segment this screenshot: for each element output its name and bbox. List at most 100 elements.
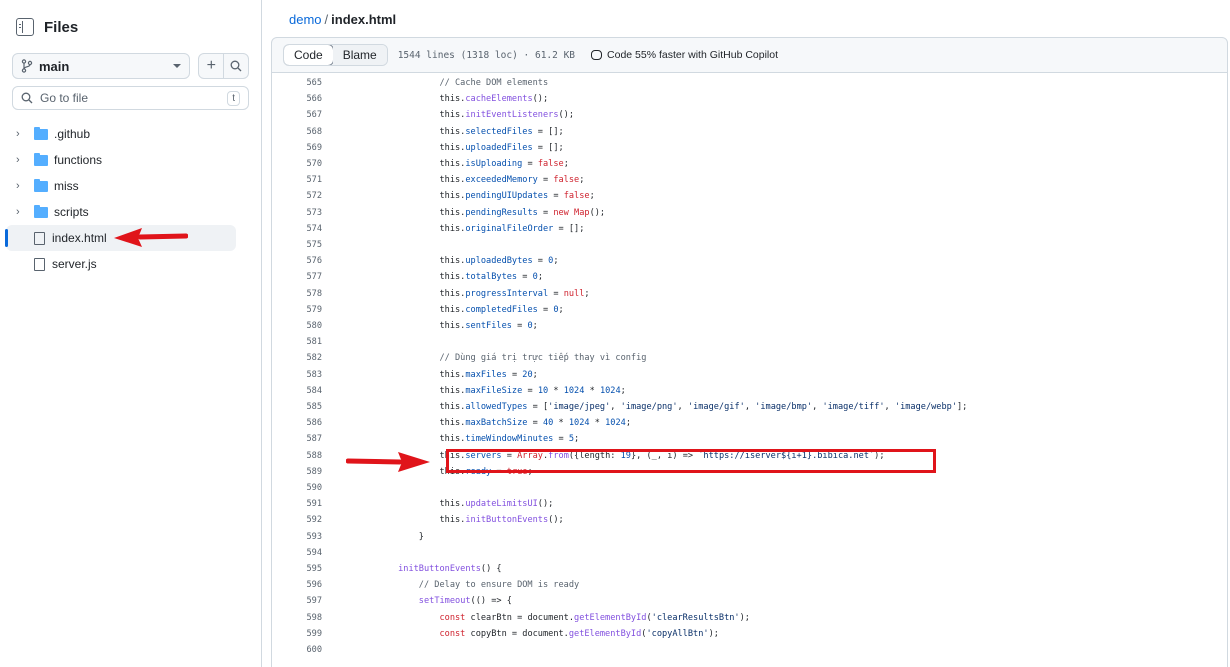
line-number[interactable]: 599 [272, 626, 322, 642]
code-line: 566 this.cacheElements(); [272, 91, 1227, 107]
code-text: this.completedFiles = 0; [336, 304, 564, 315]
code-line: 572 this.pendingUIUpdates = false; [272, 188, 1227, 204]
line-number[interactable]: 573 [272, 205, 322, 221]
folder-icon [34, 126, 48, 140]
sidebar-title: Files [44, 18, 79, 36]
code-line: 591 this.updateLimitsUI(); [272, 496, 1227, 512]
line-number[interactable]: 578 [272, 286, 322, 302]
line-number[interactable]: 579 [272, 302, 322, 318]
chevron-right-icon[interactable]: › [16, 154, 30, 166]
copilot-icon [591, 50, 603, 60]
breadcrumb-separator: / [324, 12, 329, 27]
line-number[interactable]: 600 [272, 642, 322, 658]
line-number[interactable]: 587 [272, 431, 322, 447]
code-line: 581 [272, 334, 1227, 350]
tree-folder-github[interactable]: › .github [6, 121, 246, 147]
code-text: this.isUploading = false; [336, 159, 569, 169]
tab-blame[interactable]: Blame [332, 45, 387, 65]
line-number[interactable]: 570 [272, 156, 322, 172]
selected-indicator [5, 229, 8, 247]
code-line: 575 [272, 237, 1227, 253]
line-number[interactable]: 575 [272, 237, 322, 253]
line-number[interactable]: 574 [272, 221, 322, 237]
code-text: this.selectedFiles = []; [336, 126, 564, 137]
tree-file-server-js[interactable]: server.js [6, 251, 246, 277]
code-text: this.pendingUIUpdates = false; [336, 191, 595, 202]
line-number[interactable]: 567 [272, 107, 322, 123]
tree-actions: + [198, 53, 249, 79]
red-arrow-icon [346, 452, 430, 472]
file-tree: › .github › functions › miss › scripts i… [5, 121, 246, 277]
line-number[interactable]: 565 [272, 75, 322, 91]
line-number[interactable]: 582 [272, 350, 322, 366]
go-to-file-input[interactable]: Go to file t [12, 86, 249, 110]
line-number[interactable]: 591 [272, 496, 322, 512]
keyboard-shortcut-hint: t [227, 90, 240, 106]
copilot-promo-link[interactable]: Code 55% faster with GitHub Copilot [591, 49, 778, 61]
line-number[interactable]: 572 [272, 188, 322, 204]
line-number[interactable]: 584 [272, 383, 322, 399]
collapse-panel-icon[interactable] [16, 18, 34, 36]
copilot-promo-text: Code 55% faster with GitHub Copilot [607, 49, 779, 61]
line-number[interactable]: 585 [272, 399, 322, 415]
line-number[interactable]: 566 [272, 91, 322, 107]
code-text: const copyBtn = document.getElementById(… [439, 628, 719, 639]
line-number[interactable]: 590 [272, 480, 322, 496]
code-line: 596 // Delay to ensure DOM is ready [272, 577, 1227, 593]
line-number[interactable]: 586 [272, 415, 322, 431]
code-text: // Cache DOM elements [336, 78, 549, 88]
file-stats: 1544 lines (1318 loc) · 61.2 KB [397, 49, 576, 61]
line-number[interactable]: 592 [272, 512, 322, 528]
line-number[interactable]: 594 [272, 545, 322, 561]
code-text: this.initButtonEvents(); [336, 515, 564, 526]
folder-icon [34, 178, 48, 192]
red-highlight-box [446, 449, 936, 473]
tree-folder-functions[interactable]: › functions [6, 147, 246, 173]
line-number[interactable]: 588 [272, 448, 322, 464]
code-line: 567 this.initEventListeners(); [272, 107, 1227, 123]
line-number[interactable]: 595 [272, 561, 322, 577]
line-number[interactable]: 580 [272, 318, 322, 334]
branch-row: main + [12, 53, 249, 79]
code-text: this.allowedTypes = ['image/jpeg', 'imag… [336, 402, 968, 412]
branch-selector-button[interactable]: main [12, 53, 190, 79]
code-line: 579 this.completedFiles = 0; [272, 302, 1227, 318]
line-number[interactable]: 583 [272, 367, 322, 383]
line-number[interactable]: 593 [272, 529, 322, 545]
breadcrumb-current-file: index.html [331, 12, 397, 27]
line-number[interactable]: 569 [272, 140, 322, 156]
tree-item-label: .github [54, 127, 91, 141]
code-text: const clearBtn = document.getElementById… [439, 612, 750, 623]
line-number[interactable]: 581 [272, 334, 322, 350]
tree-folder-scripts[interactable]: › scripts [6, 199, 246, 225]
code-line: 585 this.allowedTypes = ['image/jpeg', '… [272, 399, 1227, 415]
code-line: 580 this.sentFiles = 0; [272, 318, 1227, 334]
code-line: 565 // Cache DOM elements [272, 75, 1227, 91]
code-text: this.progressInterval = null; [336, 288, 590, 299]
go-to-file-placeholder: Go to file [40, 91, 89, 105]
code-line: 595 initButtonEvents() { [272, 561, 1227, 577]
line-number[interactable]: 568 [272, 124, 322, 140]
code-line: 577 this.totalBytes = 0; [272, 269, 1227, 285]
code-line: 569 this.uploadedFiles = []; [272, 140, 1227, 156]
git-branch-icon [21, 59, 33, 73]
tab-code[interactable]: Code [283, 45, 334, 65]
line-number[interactable]: 577 [272, 269, 322, 285]
line-number[interactable]: 596 [272, 577, 322, 593]
code-line: 599 const copyBtn = document.getElementB… [272, 626, 1227, 642]
tree-folder-miss[interactable]: › miss [6, 173, 246, 199]
code-viewer[interactable]: 565 // Cache DOM elements 566 this.cacheE… [271, 73, 1228, 667]
search-icon[interactable] [223, 54, 248, 78]
chevron-right-icon[interactable]: › [16, 180, 30, 192]
add-file-icon[interactable]: + [199, 54, 223, 78]
breadcrumb-repo-link[interactable]: demo [289, 12, 322, 27]
line-number[interactable]: 598 [272, 610, 322, 626]
chevron-right-icon[interactable]: › [16, 206, 30, 218]
line-number[interactable]: 571 [272, 172, 322, 188]
code-text: this.maxFileSize = 10 * 1024 * 1024; [336, 385, 626, 396]
line-number[interactable]: 576 [272, 253, 322, 269]
line-number[interactable]: 589 [272, 464, 322, 480]
code-text: this.sentFiles = 0; [336, 321, 538, 331]
line-number[interactable]: 597 [272, 593, 322, 609]
chevron-right-icon[interactable]: › [16, 128, 30, 140]
